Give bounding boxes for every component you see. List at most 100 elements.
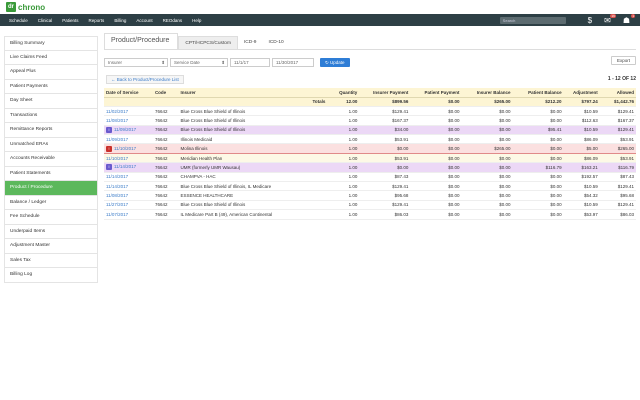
sidebar-item-unmatched-eras[interactable]: Unmatched ERAs xyxy=(4,137,98,152)
sidebar-item-billing-log[interactable]: Billing Log xyxy=(4,268,98,283)
user-icon[interactable]: ☗ 1 xyxy=(623,13,635,25)
table-row[interactable]: 11/08/2017 76642 Blue Cross Blue Shield of… xyxy=(104,115,636,126)
dollar-icon[interactable]: $ xyxy=(588,16,592,25)
col-insurer-payment[interactable]: Insurer Payment xyxy=(359,88,411,98)
col-patient-balance[interactable]: Patient Balance xyxy=(512,88,564,98)
sidebar-item-accounts-receivable[interactable]: Accounts Receivable xyxy=(4,152,98,167)
date-link[interactable]: 11/10/2017 xyxy=(114,146,136,151)
date-cell[interactable]: 11/27/2017 xyxy=(104,200,153,211)
sidebar-item-live-claims-feed[interactable]: Live Claims Feed xyxy=(4,50,98,65)
date-cell[interactable]: 11/08/2017 xyxy=(104,190,153,201)
date-link[interactable]: 11/10/2017 xyxy=(106,156,128,161)
nav-schedule[interactable]: Schedule xyxy=(9,18,28,23)
insurer-payment-cell: $86.03 xyxy=(359,209,411,220)
table-row[interactable]: ! 11/10/2017 76642 Molina Illinois 1.00 $0.00… xyxy=(104,143,636,154)
date-link[interactable]: 11/14/2017 xyxy=(106,184,128,189)
table-row[interactable]: 11/02/2017 76642 Blue Cross Blue Shield of… xyxy=(104,106,636,117)
col-adjustment[interactable]: Adjustment xyxy=(563,88,600,98)
date-link[interactable]: 11/09/2017 xyxy=(106,137,128,142)
sidebar-item-remittance-reports[interactable]: Remittance Reports xyxy=(4,123,98,138)
payer-select-value: Insurer xyxy=(108,59,123,65)
date-cell[interactable]: I 11/14/2017 xyxy=(104,162,153,173)
col-patient-payment[interactable]: Patient Payment xyxy=(410,88,462,98)
nav-account[interactable]: Account xyxy=(136,18,152,23)
date-link[interactable]: 11/09/2017 xyxy=(114,127,136,132)
sidebar-item-fee-schedule[interactable]: Fee Schedule xyxy=(4,210,98,225)
insurer-cell: Blue Cross Blue Shield of Illinois xyxy=(178,125,328,136)
date-link[interactable]: 11/27/2017 xyxy=(106,202,128,207)
date-cell[interactable]: I 11/09/2017 xyxy=(104,125,153,136)
date-link[interactable]: 11/07/2017 xyxy=(106,212,128,217)
date-link[interactable]: 11/14/2017 xyxy=(106,174,128,179)
table-row[interactable]: 11/27/2017 76642 Blue Cross Blue Shield of… xyxy=(104,200,636,211)
sidebar-item-patient-statements[interactable]: Patient Statements xyxy=(4,166,98,181)
sidebar-item-product-procedure[interactable]: Product / Procedure xyxy=(4,181,98,196)
allowed-cell: $129.41 xyxy=(599,200,636,211)
col-date[interactable]: Date of Service xyxy=(104,88,153,98)
nav-billing[interactable]: Billing xyxy=(114,18,126,23)
date-link[interactable]: 11/02/2017 xyxy=(106,109,128,114)
tab-cpt-hcpcs-custom[interactable]: CPT/HCPCS/Custom xyxy=(178,36,238,49)
date-cell[interactable]: 11/14/2017 xyxy=(104,172,153,183)
search-input[interactable]: Search xyxy=(499,16,566,24)
table-row[interactable]: 11/10/2017 76642 Meridian Health Plan 1.00 $… xyxy=(104,153,636,164)
date-cell[interactable]: 11/02/2017 xyxy=(104,106,153,117)
tab-icd-9[interactable]: ICD-9 xyxy=(238,36,263,49)
update-button[interactable]: ↻ Update xyxy=(320,57,350,67)
adjustment-cell: $163.21 xyxy=(563,162,600,173)
col-insurer[interactable]: Insurer xyxy=(178,88,328,98)
date-cell[interactable]: 11/10/2017 xyxy=(104,153,153,164)
date-link[interactable]: 11/08/2017 xyxy=(106,118,128,123)
insurer-cell: Blue Cross Blue Shield of Illinois xyxy=(178,115,328,126)
quantity-cell: 1.00 xyxy=(327,200,360,211)
nav-clinical[interactable]: Clinical xyxy=(38,18,53,23)
table-row[interactable]: I 11/14/2017 76642 UMR (formerly UMR Wausau… xyxy=(104,162,636,173)
export-button[interactable]: Export xyxy=(610,56,636,65)
date-link[interactable]: 11/08/2017 xyxy=(106,193,128,198)
col-insurer-balance[interactable]: Insurer Balance xyxy=(461,88,513,98)
adjustment-cell: $86.09 xyxy=(563,134,600,145)
back-row: ← Back to Product/Procedure List 1 - 12 … xyxy=(104,72,636,86)
table-row[interactable]: 11/08/2017 76642 ESSENCE HEALTHCARE 1.00 $95… xyxy=(104,190,636,201)
sidebar-item-billing-summary[interactable]: Billing Summary xyxy=(4,36,98,51)
sidebar-item-appeal-plus[interactable]: Appeal Plus xyxy=(4,65,98,80)
date-cell[interactable]: 11/09/2017 xyxy=(104,134,153,145)
date-cell[interactable]: ! 11/10/2017 xyxy=(104,143,153,154)
date-link[interactable]: 11/14/2017 xyxy=(114,165,136,170)
date-cell[interactable]: 11/08/2017 xyxy=(104,115,153,126)
sidebar-item-day-sheet[interactable]: Day Sheet xyxy=(4,94,98,109)
nav-reodans[interactable]: REOdans xyxy=(163,18,183,23)
table-row[interactable]: I 11/09/2017 76642 Blue Cross Blue Shield o… xyxy=(104,125,636,136)
table-row[interactable]: 11/07/2017 76642 IL Medicare Part B (49), … xyxy=(104,209,636,220)
date-cell[interactable]: 11/07/2017 xyxy=(104,209,153,220)
code-cell: 76642 xyxy=(152,115,179,126)
patient-balance-cell: $0.00 xyxy=(512,181,564,192)
date-type-select[interactable]: Service Date ⬍ xyxy=(170,57,228,67)
nav-patients[interactable]: Patients xyxy=(62,18,78,23)
col-allowed[interactable]: Allowed xyxy=(599,88,636,98)
back-button[interactable]: ← Back to Product/Procedure List xyxy=(106,74,184,84)
app-logo[interactable]: dr chrono xyxy=(6,2,45,12)
sidebar-item-adjustment-master[interactable]: Adjustment Master xyxy=(4,239,98,254)
insurer-cell: Blue Cross Blue Shield of Illinois xyxy=(178,106,328,117)
sidebar-item-patient-payments[interactable]: Patient Payments xyxy=(4,79,98,94)
quantity-cell: 1.00 xyxy=(327,134,360,145)
payer-select[interactable]: Insurer ⬍ xyxy=(104,57,168,67)
nav-help[interactable]: Help xyxy=(192,18,201,23)
sidebar-item-transactions[interactable]: Transactions xyxy=(4,108,98,123)
table-row[interactable]: 11/09/2017 76642 Illinois Medicaid 1.00 $53.… xyxy=(104,134,636,145)
date-cell[interactable]: 11/14/2017 xyxy=(104,181,153,192)
nav-reports[interactable]: Reports xyxy=(89,18,105,23)
col-quantity[interactable]: Quantity xyxy=(327,88,360,98)
date-from-input[interactable]: 11/1/17 xyxy=(230,57,270,67)
sidebar-item-sales-tax[interactable]: Sales Tax xyxy=(4,253,98,268)
mail-icon[interactable]: ✉ 19 xyxy=(604,13,616,25)
tab-icd-10[interactable]: ICD-10 xyxy=(262,36,289,49)
table-row[interactable]: 11/14/2017 76642 CHAMPVA - HAC 1.00 $87.43 $0… xyxy=(104,172,636,183)
sidebar-item-balance-ledger[interactable]: Balance / Ledger xyxy=(4,195,98,210)
sidebar-item-underpaid-items[interactable]: Underpaid Items xyxy=(4,224,98,239)
date-to-input[interactable]: 11/30/2017 xyxy=(272,57,314,67)
quantity-cell: 1.00 xyxy=(327,115,360,126)
table-row[interactable]: 11/14/2017 76642 Blue Cross Blue Shield of… xyxy=(104,181,636,192)
col-code[interactable]: Code xyxy=(152,88,179,98)
